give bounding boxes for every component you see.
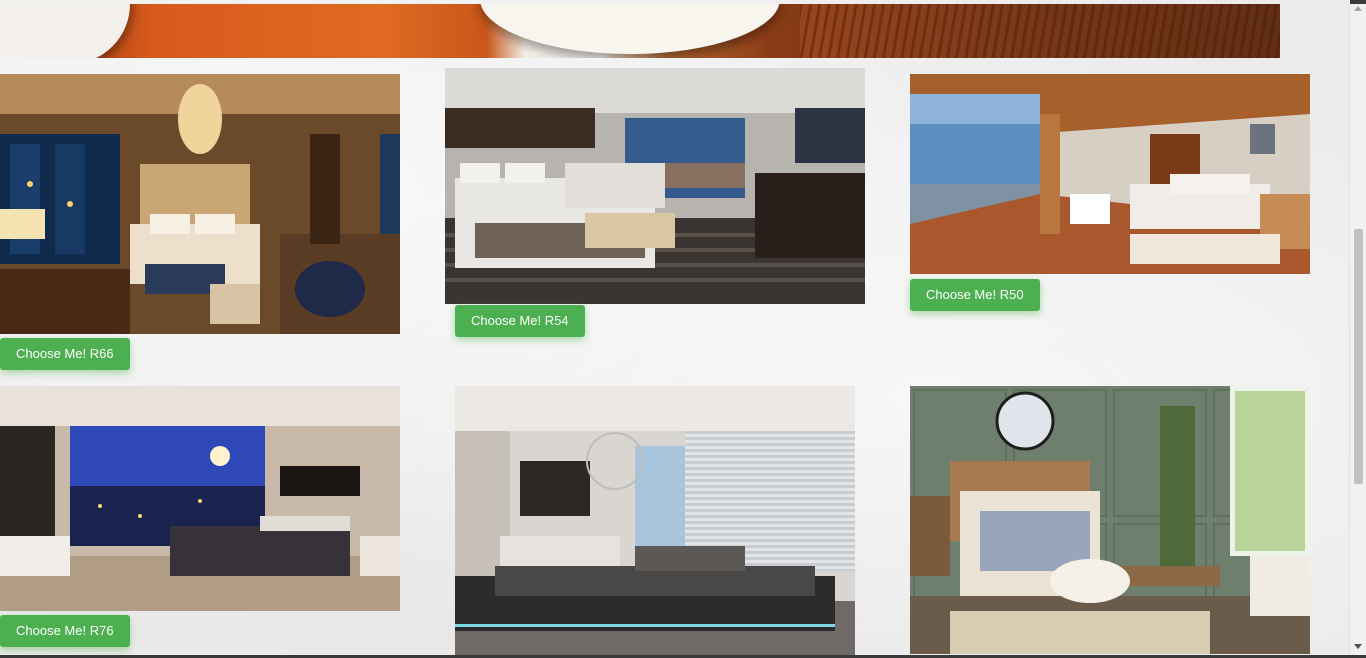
choose-room-button-4[interactable]: Choose Me! R76 <box>0 615 130 647</box>
banner-image <box>0 4 1280 58</box>
room-image-1 <box>0 74 400 334</box>
choose-room-button-3[interactable]: Choose Me! R50 <box>910 279 1040 311</box>
choose-room-button-2[interactable]: Choose Me! R54 <box>455 305 585 337</box>
room-image-5 <box>455 386 855 658</box>
room-image-3 <box>910 74 1310 274</box>
room-image-6 <box>910 386 1310 654</box>
room-image-2 <box>445 68 865 304</box>
page-content: Choose Me! R66 Choose Me! R54 Choose Me!… <box>0 0 1350 658</box>
room-image-4 <box>0 386 400 611</box>
scrollbar-thumb[interactable] <box>1354 229 1363 484</box>
choose-room-button-1[interactable]: Choose Me! R66 <box>0 338 130 370</box>
vertical-scrollbar[interactable] <box>1349 4 1366 655</box>
scroll-down-icon[interactable] <box>1354 644 1362 649</box>
scroll-up-icon[interactable] <box>1354 6 1362 11</box>
